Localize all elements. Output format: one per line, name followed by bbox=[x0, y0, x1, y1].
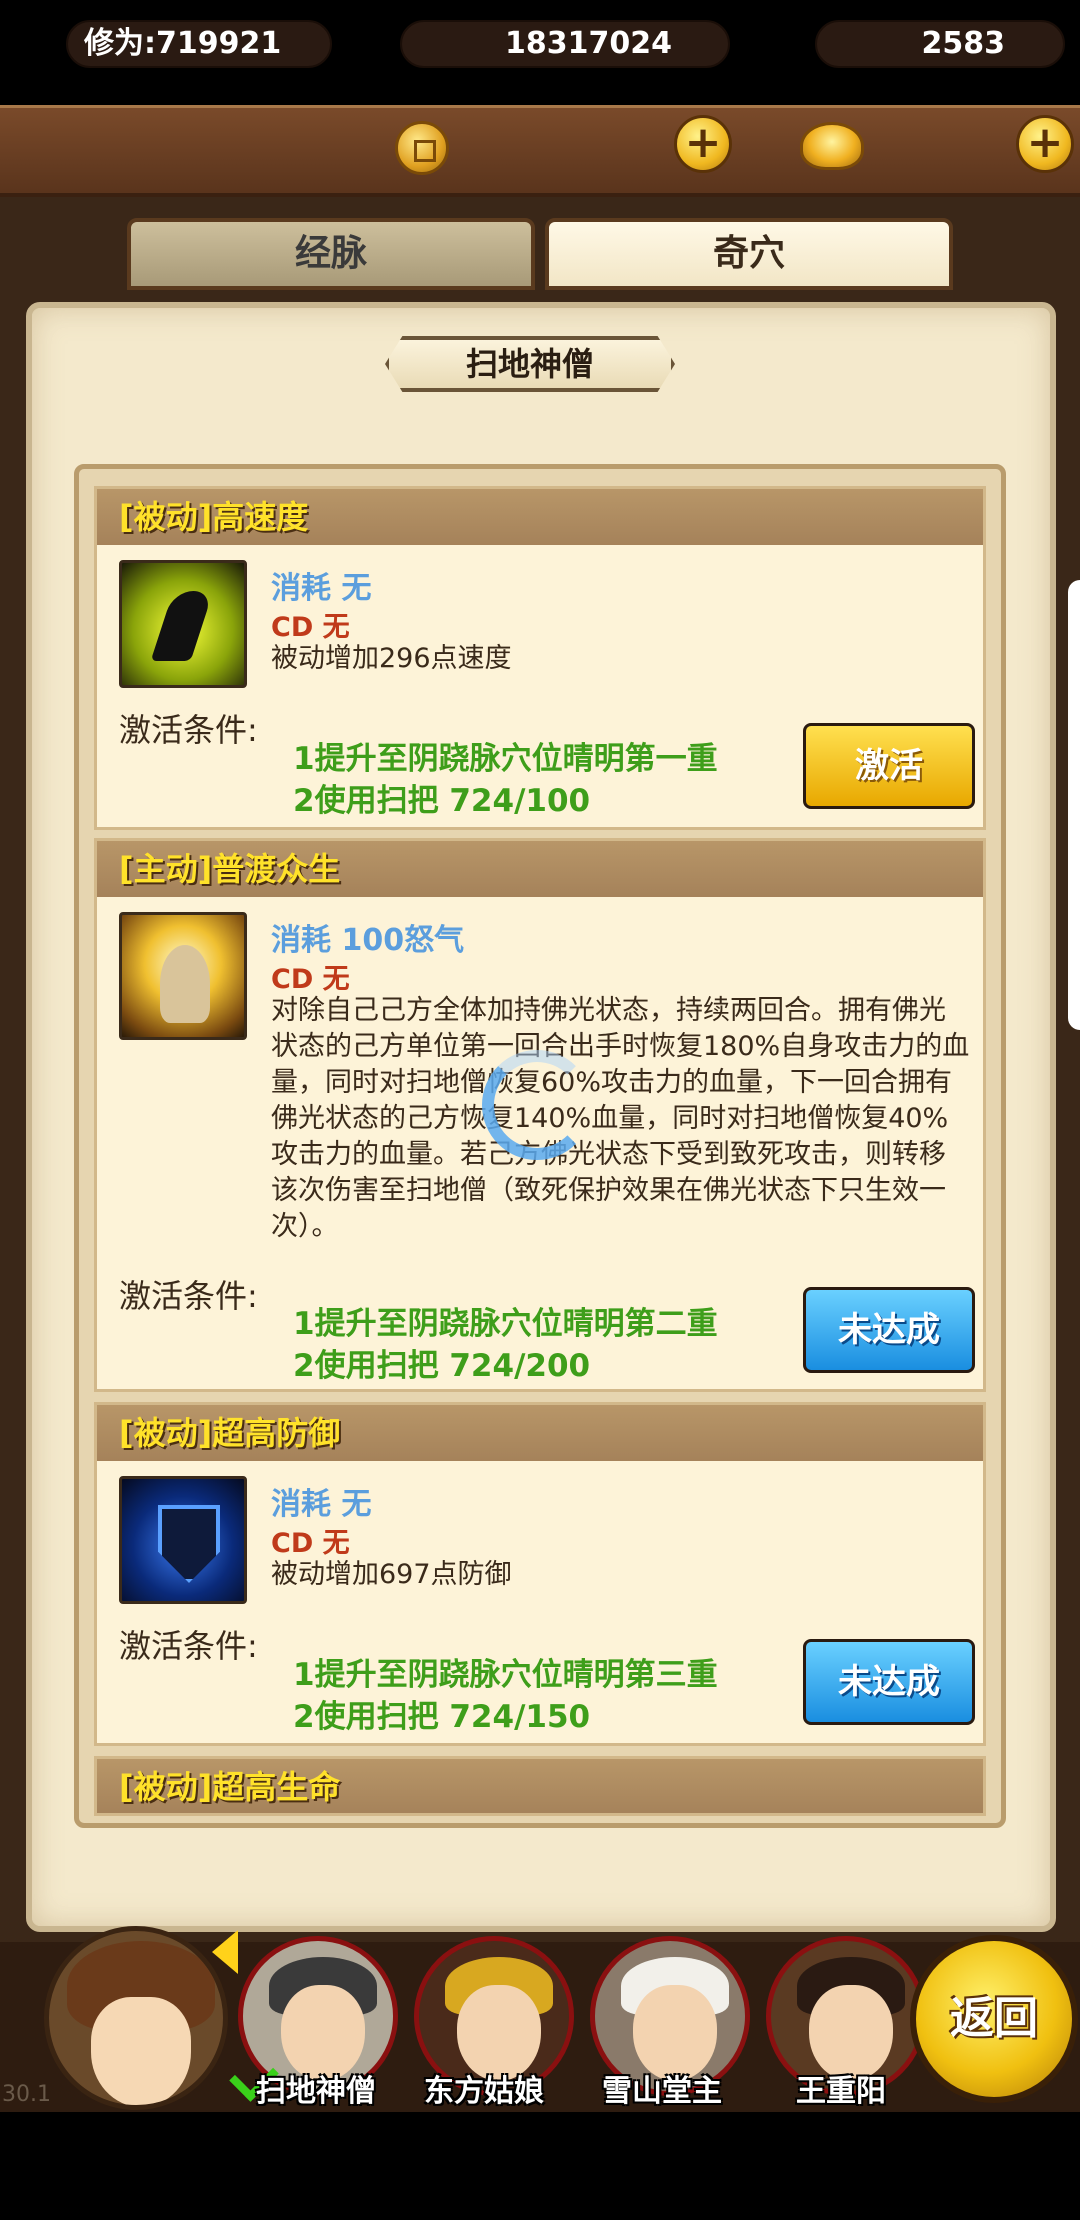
edge-panel-handle[interactable] bbox=[1068, 580, 1080, 1030]
skill-cd: CD 无 bbox=[271, 612, 350, 643]
skill-header: [主动]普渡众生 bbox=[97, 841, 983, 897]
not-achieved-button[interactable]: 未达成 bbox=[803, 1639, 975, 1725]
skill-header: [被动]高速度 bbox=[97, 489, 983, 545]
hero-title: 扫地神僧 bbox=[385, 336, 675, 392]
skill-description: 对除自己己方全体加持佛光状态，持续两回合。拥有佛光状态的己方单位第一回合出手时恢… bbox=[271, 995, 970, 1242]
buddha-light-icon bbox=[119, 912, 247, 1040]
corner-text: 30.1 bbox=[2, 2082, 51, 2107]
activate-condition-label: 激活条件: bbox=[119, 1277, 258, 1315]
add-gold-button[interactable]: + bbox=[1016, 115, 1074, 173]
hero-name: 王重阳 bbox=[796, 2074, 886, 2109]
hero-name: 雪山堂主 bbox=[602, 2074, 722, 2109]
skill-cd: CD 无 bbox=[271, 1528, 350, 1559]
resource-bar bbox=[0, 105, 1080, 197]
condition-1: 1提升至阴跷脉穴位晴明第一重 bbox=[293, 741, 718, 777]
skill-description: 被动增加296点速度 bbox=[271, 643, 512, 674]
add-coins-button[interactable]: + bbox=[674, 115, 732, 173]
skill-cost: 消耗 100怒气 bbox=[271, 923, 465, 958]
hero-name: 扫地神僧 bbox=[256, 2074, 376, 2109]
activate-condition-label: 激活条件: bbox=[119, 711, 258, 749]
skill-cost: 消耗 无 bbox=[271, 571, 372, 606]
condition-2: 2使用扫把 724/150 bbox=[293, 1699, 591, 1735]
loading-spinner-icon bbox=[482, 1050, 592, 1160]
skill-description: 被动增加697点防御 bbox=[271, 1559, 512, 1590]
condition-2: 2使用扫把 724/100 bbox=[293, 783, 591, 819]
gold-display: 2583 bbox=[815, 20, 1065, 68]
tab-meridian[interactable]: 经脉 bbox=[127, 218, 535, 290]
gold-ingot-icon bbox=[800, 122, 864, 170]
activate-button[interactable]: 激活 bbox=[803, 723, 975, 809]
condition-1: 1提升至阴跷脉穴位晴明第三重 bbox=[293, 1657, 718, 1693]
skill-card-hp: [被动]超高生命 bbox=[94, 1756, 986, 1816]
skill-header: [被动]超高防御 bbox=[97, 1405, 983, 1461]
skill-card-speed: [被动]高速度 消耗 无 CD 无 被动增加296点速度 激活条件: 1提升至阴… bbox=[94, 486, 986, 830]
tab-acupoint[interactable]: 奇穴 bbox=[545, 218, 953, 290]
skill-header: [被动]超高生命 bbox=[97, 1759, 983, 1813]
selected-arrow-icon bbox=[212, 1930, 238, 1974]
condition-1: 1提升至阴跷脉穴位晴明第二重 bbox=[293, 1306, 718, 1342]
skill-cd: CD 无 bbox=[271, 964, 350, 995]
shield-icon bbox=[119, 1476, 247, 1604]
cultivation-display: 修为:719921 bbox=[66, 20, 332, 68]
skill-card-defense: [被动]超高防御 消耗 无 CD 无 被动增加697点防御 激活条件: 1提升至… bbox=[94, 1402, 986, 1746]
navigation-bar bbox=[0, 2112, 1080, 2220]
coin-icon bbox=[395, 121, 449, 175]
back-button[interactable]: 返回 bbox=[910, 1935, 1078, 2103]
running-figure-icon bbox=[119, 560, 247, 688]
skill-cost: 消耗 无 bbox=[271, 1487, 372, 1522]
coins-display: 18317024 bbox=[400, 20, 730, 68]
player-avatar[interactable] bbox=[44, 1926, 228, 2110]
condition-2: 2使用扫把 724/200 bbox=[293, 1348, 591, 1384]
activate-condition-label: 激活条件: bbox=[119, 1627, 258, 1665]
hero-name: 东方姑娘 bbox=[424, 2074, 544, 2109]
not-achieved-button[interactable]: 未达成 bbox=[803, 1287, 975, 1373]
